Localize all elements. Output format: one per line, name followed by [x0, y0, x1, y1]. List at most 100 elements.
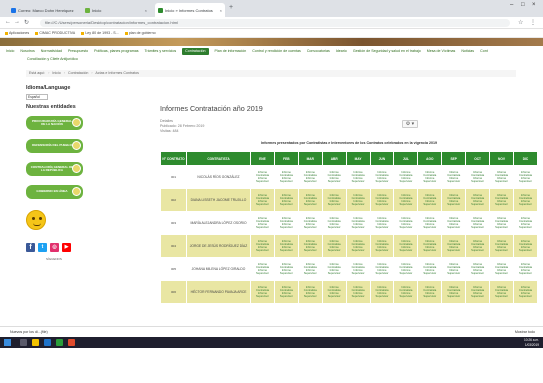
nav-item[interactable]: Inicio [6, 46, 14, 56]
report-link[interactable]: Supervisor [275, 203, 298, 206]
report-link[interactable]: Supervisor [490, 226, 513, 229]
star-icon[interactable]: ☆ [518, 19, 523, 26]
nav-item[interactable]: Contratación [182, 48, 209, 55]
report-link[interactable]: Supervisor [299, 203, 322, 206]
report-link[interactable]: Supervisor [418, 226, 441, 229]
bookmark-item[interactable]: Aplicaciones [5, 29, 29, 37]
youtube-icon[interactable]: ▶ [62, 243, 71, 252]
windows-start-icon[interactable] [4, 339, 11, 346]
report-link[interactable]: Supervisor [371, 295, 394, 298]
report-link[interactable]: Supervisor [323, 226, 346, 229]
instagram-icon[interactable]: ◎ [50, 243, 59, 252]
report-link[interactable]: Supervisor [466, 203, 489, 206]
report-link[interactable]: Supervisor [442, 226, 465, 229]
report-link[interactable]: Supervisor [323, 272, 346, 275]
excel-icon[interactable] [56, 339, 63, 346]
system-clock[interactable]: 10:26 a.m. 1/03/2019 [524, 338, 539, 347]
report-link[interactable]: Supervisor [466, 180, 489, 183]
report-link[interactable]: Supervisor [418, 272, 441, 275]
report-link[interactable]: Supervisor [323, 180, 346, 183]
window-close-icon[interactable]: × [532, 2, 536, 8]
report-link[interactable]: Supervisor [299, 249, 322, 252]
report-link[interactable]: Supervisor [490, 249, 513, 252]
report-link[interactable]: Supervisor [394, 295, 417, 298]
report-link[interactable]: Supervisor [371, 180, 394, 183]
nav-item[interactable]: Noticias [461, 46, 474, 56]
entity-link-gobierno-en-linea[interactable]: GOBIERNO EN LÍNEA [26, 185, 83, 199]
report-link[interactable]: Supervisor [418, 180, 441, 183]
report-link[interactable]: Supervisor [466, 249, 489, 252]
close-icon[interactable]: × [218, 8, 222, 13]
report-link[interactable]: Supervisor [275, 272, 298, 275]
word-icon[interactable] [44, 339, 51, 346]
report-link[interactable]: Supervisor [466, 272, 489, 275]
nav-item[interactable]: Políticas, planes programas [94, 46, 138, 56]
report-link[interactable]: Supervisor [347, 226, 370, 229]
report-link[interactable]: Supervisor [275, 226, 298, 229]
entity-link-defensoria[interactable]: DEFENSORÍA DEL PUEBLO [26, 139, 83, 153]
report-link[interactable]: Supervisor [251, 226, 274, 229]
report-link[interactable]: Supervisor [394, 180, 417, 183]
tab-informes[interactable]: Inicio » Informes Contratos × [155, 3, 225, 17]
entity-link-contraloria[interactable]: CONTRALORÍA GENERAL DE LA REPÚBLICA [26, 162, 83, 176]
breadcrumb-link[interactable]: Inicio [52, 71, 60, 75]
report-link[interactable]: Supervisor [418, 249, 441, 252]
twitter-icon[interactable]: t [38, 243, 47, 252]
report-link[interactable]: Supervisor [442, 249, 465, 252]
report-link[interactable]: Supervisor [442, 272, 465, 275]
report-link[interactable]: Supervisor [514, 272, 537, 275]
report-link[interactable]: Supervisor [299, 295, 322, 298]
report-link[interactable]: Supervisor [514, 226, 537, 229]
bookmark-item[interactable]: plan de gobierno [125, 29, 156, 37]
maximize-icon[interactable]: □ [521, 2, 525, 8]
smiley-face-icon[interactable] [26, 210, 46, 230]
forward-icon[interactable]: → [14, 19, 20, 25]
bookmark-item[interactable]: CIMAC PRODUCTIVA [35, 29, 75, 37]
menu-icon[interactable]: ⋮ [530, 19, 536, 26]
nav-item[interactable]: Normatividad [41, 46, 62, 56]
report-link[interactable]: Supervisor [275, 180, 298, 183]
report-link[interactable]: Supervisor [514, 295, 537, 298]
tab-inicio[interactable]: Inicio × [82, 3, 150, 17]
report-link[interactable]: Supervisor [251, 272, 274, 275]
report-link[interactable]: Supervisor [490, 180, 513, 183]
report-link[interactable]: Supervisor [371, 272, 394, 275]
report-link[interactable]: Supervisor [490, 295, 513, 298]
report-link[interactable]: Supervisor [466, 226, 489, 229]
nav-item[interactable]: Gestión de Seguridad y salud en el traba… [353, 46, 421, 56]
nav-item[interactable]: Presupuesto [68, 46, 88, 56]
nav-item[interactable]: Trámites y servicios [145, 46, 177, 56]
report-link[interactable]: Supervisor [394, 203, 417, 206]
report-link[interactable]: Supervisor [275, 249, 298, 252]
reload-icon[interactable]: ↻ [24, 19, 29, 26]
report-link[interactable]: Supervisor [442, 203, 465, 206]
report-link[interactable]: Supervisor [323, 295, 346, 298]
report-link[interactable]: Supervisor [299, 180, 322, 183]
address-bar[interactable]: file:///C:/Users/personeria/Desktop/cont… [40, 19, 510, 27]
nav-item[interactable]: Control y rendición de cuentas [252, 46, 301, 56]
report-link[interactable]: Supervisor [394, 249, 417, 252]
report-link[interactable]: Supervisor [371, 203, 394, 206]
facebook-icon[interactable]: f [26, 243, 35, 252]
report-link[interactable]: Supervisor [418, 295, 441, 298]
report-link[interactable]: Supervisor [299, 272, 322, 275]
entity-link-procuraduria[interactable]: PROCURADURÍA GENERAL DE LA NACIÓN [26, 116, 83, 130]
new-tab-button[interactable]: + [229, 4, 233, 11]
close-icon[interactable]: × [143, 8, 147, 13]
nav-item[interactable]: Ideario [336, 46, 347, 56]
tab-mail[interactable]: Correo: Marco Dohn Henriquez × [8, 3, 76, 17]
report-link[interactable]: Supervisor [251, 249, 274, 252]
report-link[interactable]: Supervisor [347, 203, 370, 206]
report-link[interactable]: Supervisor [371, 249, 394, 252]
report-link[interactable]: Supervisor [514, 180, 537, 183]
nav-item[interactable]: Cont [480, 46, 488, 56]
file-explorer-icon[interactable] [32, 339, 39, 346]
subnav-item[interactable]: Conciliación y Cliefe Antijurídico [27, 57, 78, 61]
nav-item[interactable]: Mesa de Víctimas [427, 46, 456, 56]
nav-item[interactable]: Plan de información [215, 46, 247, 56]
report-link[interactable]: Supervisor [371, 226, 394, 229]
nav-item[interactable]: Nosotros [20, 46, 34, 56]
report-link[interactable]: Supervisor [418, 203, 441, 206]
report-link[interactable]: Supervisor [347, 180, 370, 183]
report-link[interactable]: Supervisor [251, 180, 274, 183]
